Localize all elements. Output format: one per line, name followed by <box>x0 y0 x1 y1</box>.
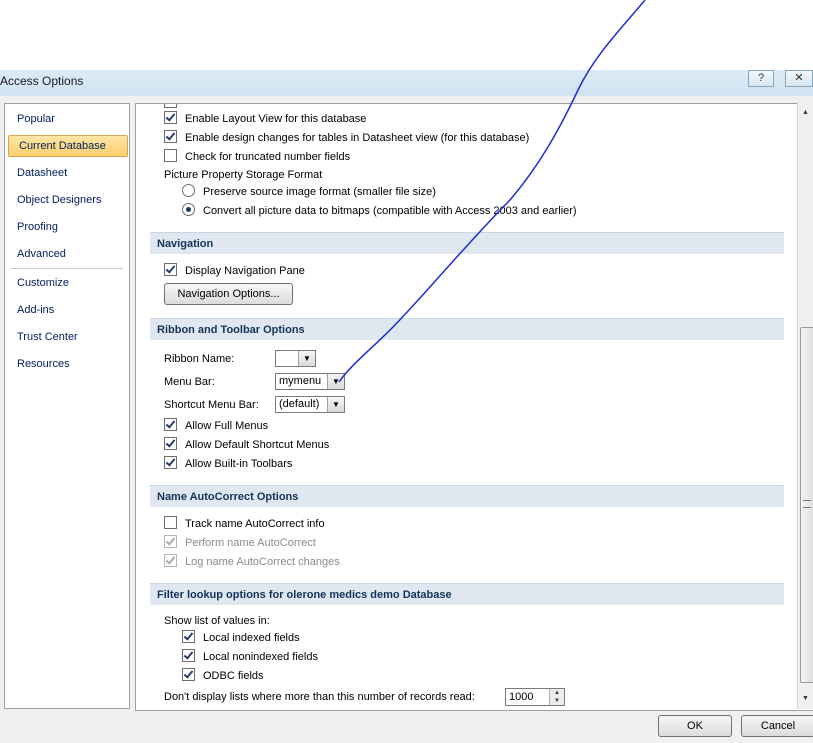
track-autocorrect-label: Track name AutoCorrect info <box>185 518 325 530</box>
odbc-label: ODBC fields <box>203 670 264 682</box>
display-nav-pane-label: Display Navigation Pane <box>185 265 305 277</box>
layout-view-checkbox[interactable] <box>164 111 177 124</box>
full-menus-label: Allow Full Menus <box>185 420 269 432</box>
track-autocorrect-checkbox[interactable] <box>164 516 177 529</box>
log-autocorrect-option: Log name AutoCorrect changes <box>164 554 340 570</box>
scroll-thumb[interactable] <box>800 327 813 683</box>
navigation-section-header: Navigation <box>150 232 784 254</box>
display-nav-pane-checkbox[interactable] <box>164 263 177 276</box>
perform-autocorrect-option: Perform name AutoCorrect <box>164 535 316 551</box>
picture-format-label: Picture Property Storage Format <box>164 169 323 181</box>
convert-bitmaps-option[interactable]: Convert all picture data to bitmaps (com… <box>182 203 577 219</box>
show-list-label: Show list of values in: <box>164 615 270 627</box>
sidebar-item-object-designers[interactable]: Object Designers <box>17 194 101 206</box>
close-button[interactable]: ✕ <box>785 70 813 87</box>
convert-bitmaps-label: Convert all picture data to bitmaps (com… <box>203 205 577 217</box>
sidebar-item-customize[interactable]: Customize <box>17 277 69 289</box>
sidebar-item-datasheet[interactable]: Datasheet <box>17 167 67 179</box>
scroll-up-icon[interactable]: ▲ <box>802 109 809 116</box>
builtin-toolbars-checkbox[interactable] <box>164 456 177 469</box>
records-limit-spinner[interactable]: 1000 ▲ ▼ <box>505 688 565 706</box>
sidebar-item-trust-center[interactable]: Trust Center <box>17 331 78 343</box>
local-nonindexed-checkbox[interactable] <box>182 649 195 662</box>
menu-bar-value: mymenu <box>279 375 322 387</box>
local-nonindexed-label: Local nonindexed fields <box>203 651 318 663</box>
truncated-fields-checkbox[interactable] <box>164 149 177 162</box>
local-indexed-checkbox[interactable] <box>182 630 195 643</box>
shortcut-menu-value: (default) <box>279 398 320 410</box>
default-shortcut-label: Allow Default Shortcut Menus <box>185 439 330 451</box>
shortcut-menu-combo[interactable]: (default) ▼ <box>275 396 345 413</box>
ribbon-name-combo[interactable]: ▼ <box>275 350 316 367</box>
display-nav-pane-option[interactable]: Display Navigation Pane <box>164 263 305 279</box>
chevron-down-icon[interactable]: ▼ <box>298 351 315 366</box>
track-autocorrect-option[interactable]: Track name AutoCorrect info <box>164 516 325 532</box>
chevron-down-icon[interactable]: ▼ <box>327 374 344 389</box>
log-autocorrect-checkbox <box>164 554 177 567</box>
sidebar-item-popular[interactable]: Popular <box>17 113 55 125</box>
navigation-options-button[interactable]: Navigation Options... <box>164 283 293 305</box>
records-limit-label: Don't display lists where more than this… <box>164 691 475 703</box>
design-changes-checkbox[interactable] <box>164 130 177 143</box>
truncated-fields-label: Check for truncated number fields <box>185 151 351 163</box>
autocorrect-section-header: Name AutoCorrect Options <box>150 485 784 507</box>
ribbon-section-header: Ribbon and Toolbar Options <box>150 318 784 340</box>
close-icon: ✕ <box>794 72 804 84</box>
local-indexed-label: Local indexed fields <box>203 632 300 644</box>
options-sidebar: Popular Current Database Datasheet Objec… <box>4 103 130 709</box>
design-changes-label: Enable design changes for tables in Data… <box>185 132 530 144</box>
odbc-checkbox[interactable] <box>182 668 195 681</box>
local-indexed-option[interactable]: Local indexed fields <box>182 630 300 646</box>
filter-section-header: Filter lookup options for olerone medics… <box>150 583 784 605</box>
full-menus-option[interactable]: Allow Full Menus <box>164 418 268 434</box>
default-shortcut-option[interactable]: Allow Default Shortcut Menus <box>164 437 329 453</box>
menu-bar-label: Menu Bar: <box>164 376 215 388</box>
sidebar-item-add-ins[interactable]: Add-ins <box>17 304 54 316</box>
builtin-toolbars-option[interactable]: Allow Built-in Toolbars <box>164 456 292 472</box>
window-title: Access Options <box>0 74 84 88</box>
sidebar-divider <box>11 268 123 269</box>
menu-bar-combo[interactable]: mymenu ▼ <box>275 373 345 390</box>
perform-autocorrect-checkbox <box>164 535 177 548</box>
spin-up-icon[interactable]: ▲ <box>549 689 564 697</box>
chevron-down-icon[interactable]: ▼ <box>327 397 344 412</box>
shortcut-menu-label: Shortcut Menu Bar: <box>164 399 259 411</box>
spin-down-icon[interactable]: ▼ <box>549 697 564 705</box>
ok-button[interactable]: OK <box>658 715 732 737</box>
cancel-button[interactable]: Cancel <box>741 715 813 737</box>
local-nonindexed-option[interactable]: Local nonindexed fields <box>182 649 318 665</box>
preserve-format-label: Preserve source image format (smaller fi… <box>203 186 436 198</box>
scroll-down-icon[interactable]: ▼ <box>802 695 809 702</box>
clipped-checkbox-row <box>164 104 185 111</box>
convert-bitmaps-radio[interactable] <box>182 203 195 216</box>
log-autocorrect-label: Log name AutoCorrect changes <box>185 556 340 568</box>
sidebar-item-resources[interactable]: Resources <box>17 358 70 370</box>
checkbox[interactable] <box>164 104 177 108</box>
layout-view-option[interactable]: Enable Layout View for this database <box>164 111 366 127</box>
records-limit-value: 1000 <box>509 691 534 703</box>
options-content-pane: Enable Layout View for this database Ena… <box>135 103 813 711</box>
ribbon-name-label: Ribbon Name: <box>164 353 235 365</box>
default-shortcut-checkbox[interactable] <box>164 437 177 450</box>
grip-icon <box>803 500 811 508</box>
title-bar: Access Options ? ✕ <box>0 70 813 96</box>
truncated-fields-option[interactable]: Check for truncated number fields <box>164 149 350 165</box>
preserve-format-radio[interactable] <box>182 184 195 197</box>
sidebar-item-proofing[interactable]: Proofing <box>17 221 58 233</box>
full-menus-checkbox[interactable] <box>164 418 177 431</box>
odbc-option[interactable]: ODBC fields <box>182 668 264 684</box>
sidebar-item-current-database[interactable]: Current Database <box>8 135 128 157</box>
layout-view-label: Enable Layout View for this database <box>185 113 367 125</box>
help-button[interactable]: ? <box>748 70 774 87</box>
design-changes-option[interactable]: Enable design changes for tables in Data… <box>164 130 529 146</box>
preserve-format-option[interactable]: Preserve source image format (smaller fi… <box>182 184 436 200</box>
perform-autocorrect-label: Perform name AutoCorrect <box>185 537 316 549</box>
sidebar-item-advanced[interactable]: Advanced <box>17 248 66 260</box>
builtin-toolbars-label: Allow Built-in Toolbars <box>185 458 293 470</box>
